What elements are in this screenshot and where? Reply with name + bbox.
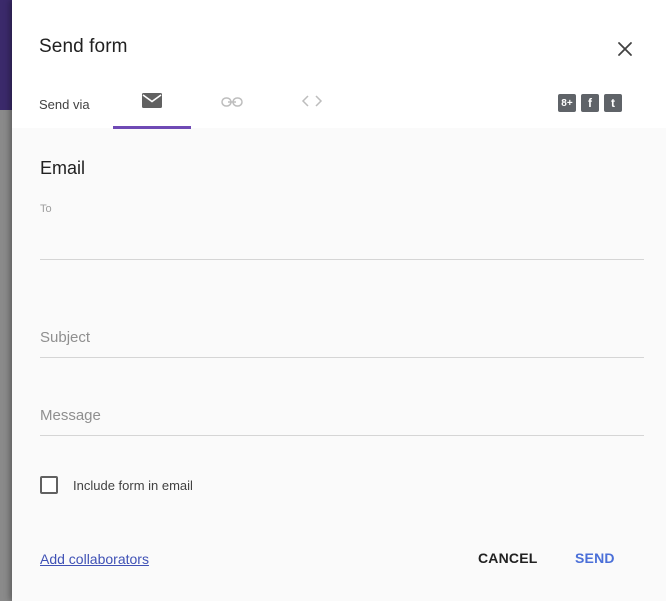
google-plus-share-button[interactable]: 8+ — [558, 94, 576, 112]
include-form-checkbox-row[interactable]: Include form in email — [40, 476, 193, 494]
twitter-share-button[interactable]: t — [604, 94, 622, 112]
to-field-label: To — [40, 203, 52, 215]
tab-email[interactable] — [113, 84, 191, 128]
send-via-label: Send via — [39, 97, 90, 112]
email-section-heading: Email — [40, 158, 86, 178]
dialog-title: Send form — [39, 36, 128, 57]
close-button[interactable] — [612, 36, 638, 62]
tab-link[interactable] — [197, 84, 267, 128]
include-form-label: Include form in email — [73, 477, 193, 493]
to-input[interactable] — [40, 226, 644, 260]
link-icon — [221, 97, 243, 107]
dialog-header: Send form Send via 8+ f t — [12, 0, 666, 129]
facebook-icon: f — [588, 96, 592, 110]
send-button[interactable]: SEND — [575, 550, 615, 566]
cancel-button[interactable]: CANCEL — [478, 550, 538, 566]
facebook-share-button[interactable]: f — [581, 94, 599, 112]
envelope-icon — [142, 93, 162, 108]
backdrop-accent-bar — [0, 0, 12, 110]
include-form-checkbox[interactable] — [40, 476, 58, 494]
add-collaborators-link[interactable]: Add collaborators — [40, 551, 149, 567]
embed-code-icon — [301, 95, 323, 107]
tab-embed[interactable] — [277, 84, 347, 128]
subject-input[interactable] — [40, 324, 644, 358]
google-plus-icon: 8+ — [561, 97, 573, 109]
send-form-dialog: Send form Send via 8+ f t Email To Subje… — [12, 0, 666, 601]
twitter-icon: t — [611, 96, 615, 110]
tab-selected-indicator — [113, 126, 191, 129]
close-icon — [618, 42, 632, 56]
message-input[interactable] — [40, 402, 644, 436]
